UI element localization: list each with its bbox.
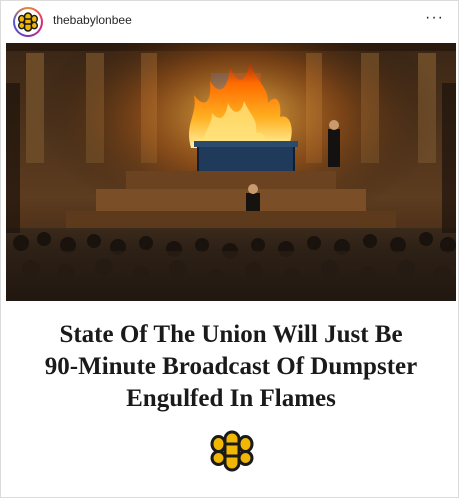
instagram-post: thebabylonbee ··· State Of The Union Wil… xyxy=(0,0,459,498)
post-photo[interactable] xyxy=(6,43,456,301)
headline-card: State Of The Union Will Just Be 90-Minut… xyxy=(6,301,456,497)
username-link[interactable]: thebabylonbee xyxy=(53,13,132,27)
avatar[interactable] xyxy=(13,7,43,37)
babylon-bee-logo-icon xyxy=(210,429,254,473)
headline: State Of The Union Will Just Be 90-Minut… xyxy=(6,319,456,415)
more-options-button[interactable]: ··· xyxy=(425,10,444,26)
headline-line: State Of The Union Will Just Be xyxy=(59,321,403,348)
headline-line: Engulfed In Flames xyxy=(126,385,336,412)
headline-line: 90-Minute Broadcast Of Dumpster xyxy=(44,353,418,380)
babylon-bee-avatar-icon xyxy=(15,9,41,35)
house-chamber-burning-dumpster-image xyxy=(6,43,456,301)
post-header: thebabylonbee ··· xyxy=(1,1,458,43)
